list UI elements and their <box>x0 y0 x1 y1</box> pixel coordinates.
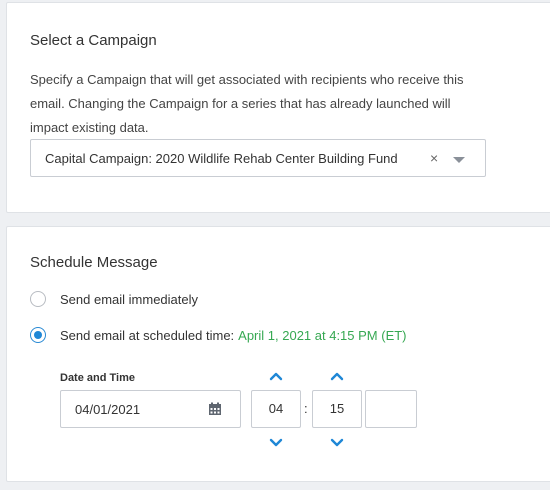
campaign-select[interactable]: Capital Campaign: 2020 Wildlife Rehab Ce… <box>30 139 486 177</box>
hour-up-chevron-icon[interactable] <box>269 371 283 381</box>
date-value: 04/01/2021 <box>75 402 141 417</box>
chevron-down-icon[interactable] <box>453 157 465 163</box>
hour-input[interactable]: 04 <box>251 390 301 428</box>
send-immediately-label: Send email immediately <box>60 291 199 307</box>
campaign-card: Select a Campaign Specify a Campaign tha… <box>6 2 550 213</box>
time-separator: : <box>304 401 308 416</box>
radio-send-immediately[interactable] <box>30 291 46 307</box>
ampm-input[interactable] <box>365 390 417 428</box>
campaign-select-value: Capital Campaign: 2020 Wildlife Rehab Ce… <box>45 151 398 166</box>
scheduled-time-text: April 1, 2021 at 4:15 PM (ET) <box>238 327 407 343</box>
minute-input[interactable]: 15 <box>312 390 362 428</box>
radio-send-scheduled[interactable] <box>30 327 46 343</box>
schedule-card: Schedule Message Send email immediately … <box>6 226 550 482</box>
minute-down-chevron-icon[interactable] <box>330 438 344 448</box>
send-scheduled-label: Send email at scheduled time: <box>60 327 235 343</box>
clear-icon[interactable]: × <box>430 150 438 166</box>
campaign-title: Select a Campaign <box>30 32 157 49</box>
send-scheduled-option[interactable]: Send email at scheduled time: April 1, 2… <box>30 327 407 343</box>
send-immediately-option[interactable]: Send email immediately <box>30 291 198 307</box>
date-input[interactable]: 04/01/2021 <box>60 390 241 428</box>
hour-down-chevron-icon[interactable] <box>269 438 283 448</box>
date-time-label: Date and Time <box>60 372 135 384</box>
calendar-icon[interactable] <box>208 402 222 416</box>
minute-up-chevron-icon[interactable] <box>330 371 344 381</box>
schedule-title: Schedule Message <box>30 254 158 271</box>
campaign-description: Specify a Campaign that will get associa… <box>30 72 464 135</box>
